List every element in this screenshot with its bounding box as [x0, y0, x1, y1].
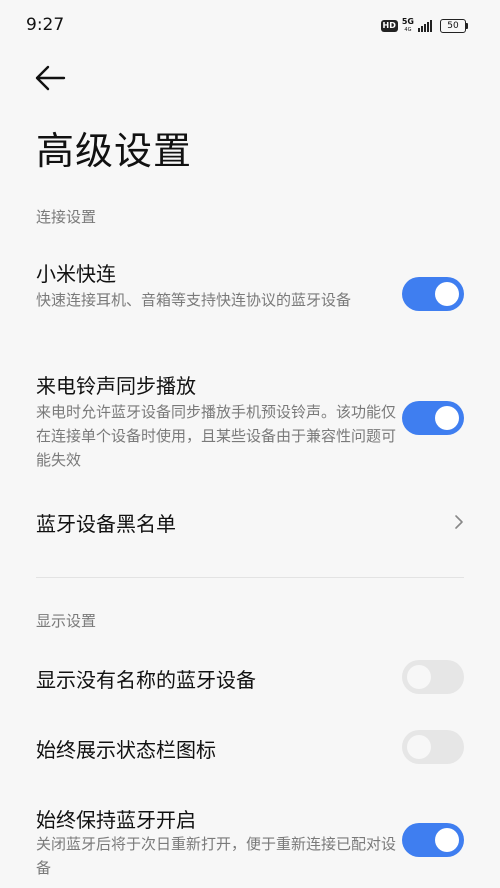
setting-row-quick-connect: 小米快连 快速连接耳机、音箱等支持快连协议的蓝牙设备 [0, 250, 500, 340]
section-header-connection: 连接设置 [36, 208, 97, 226]
toggle-knob [407, 735, 431, 759]
setting-row-keep-bluetooth-on: 始终保持蓝牙开启 关闭蓝牙后将于次日重新打开，便于重新连接已配对设备 [0, 796, 500, 886]
setting-row-status-icon: 始终展示状态栏图标 [0, 722, 500, 774]
status-time: 9:27 [26, 15, 65, 35]
setting-subtitle: 来电时允许蓝牙设备同步播放手机预设铃声。该功能仅在连接单个设备时使用，且某些设备… [36, 403, 397, 469]
setting-title: 蓝牙设备黑名单 [36, 512, 176, 536]
section-header-display: 显示设置 [36, 612, 97, 630]
setting-subtitle: 关闭蓝牙后将于次日重新打开，便于重新连接已配对设备 [36, 835, 397, 877]
network-icon: 5G 4G [402, 18, 414, 34]
toggle-knob [407, 665, 431, 689]
back-button[interactable] [32, 62, 68, 94]
setting-title: 小米快连 [36, 262, 116, 286]
page-title: 高级设置 [36, 129, 193, 173]
signal-icon [418, 20, 432, 32]
setting-row-blacklist[interactable]: 蓝牙设备黑名单 [0, 496, 500, 548]
battery-level: 50 [447, 21, 459, 31]
toggle-knob [435, 406, 459, 430]
setting-title: 显示没有名称的蓝牙设备 [36, 668, 256, 692]
network-label: 5G [401, 17, 414, 26]
status-icons: HD 5G 4G 50 [380, 18, 468, 34]
quick-connect-toggle[interactable] [402, 277, 464, 311]
battery-icon: 50 [440, 19, 468, 33]
setting-subtitle: 快速连接耳机、音箱等支持快连协议的蓝牙设备 [36, 291, 352, 309]
setting-row-ringtone-sync: 来电铃声同步播放 来电时允许蓝牙设备同步播放手机预设铃声。该功能仅在连接单个设备… [0, 362, 500, 474]
toggle-knob [435, 282, 459, 306]
back-arrow-icon [35, 65, 66, 91]
toggle-knob [435, 828, 459, 852]
keep-bluetooth-on-toggle[interactable] [402, 823, 464, 857]
setting-row-unnamed-devices: 显示没有名称的蓝牙设备 [0, 652, 500, 704]
status-bar: 9:27 HD 5G 4G 50 [0, 0, 500, 44]
hd-icon: HD [380, 20, 398, 32]
setting-title: 来电铃声同步播放 [36, 374, 196, 398]
chevron-right-icon [455, 515, 463, 529]
unnamed-devices-toggle[interactable] [402, 660, 464, 694]
section-divider [36, 577, 464, 578]
setting-title: 始终保持蓝牙开启 [36, 808, 196, 832]
status-icon-toggle[interactable] [402, 730, 464, 764]
setting-title: 始终展示状态栏图标 [36, 738, 216, 762]
network-sub-label: 4G [404, 27, 412, 33]
ringtone-sync-toggle[interactable] [402, 401, 464, 435]
